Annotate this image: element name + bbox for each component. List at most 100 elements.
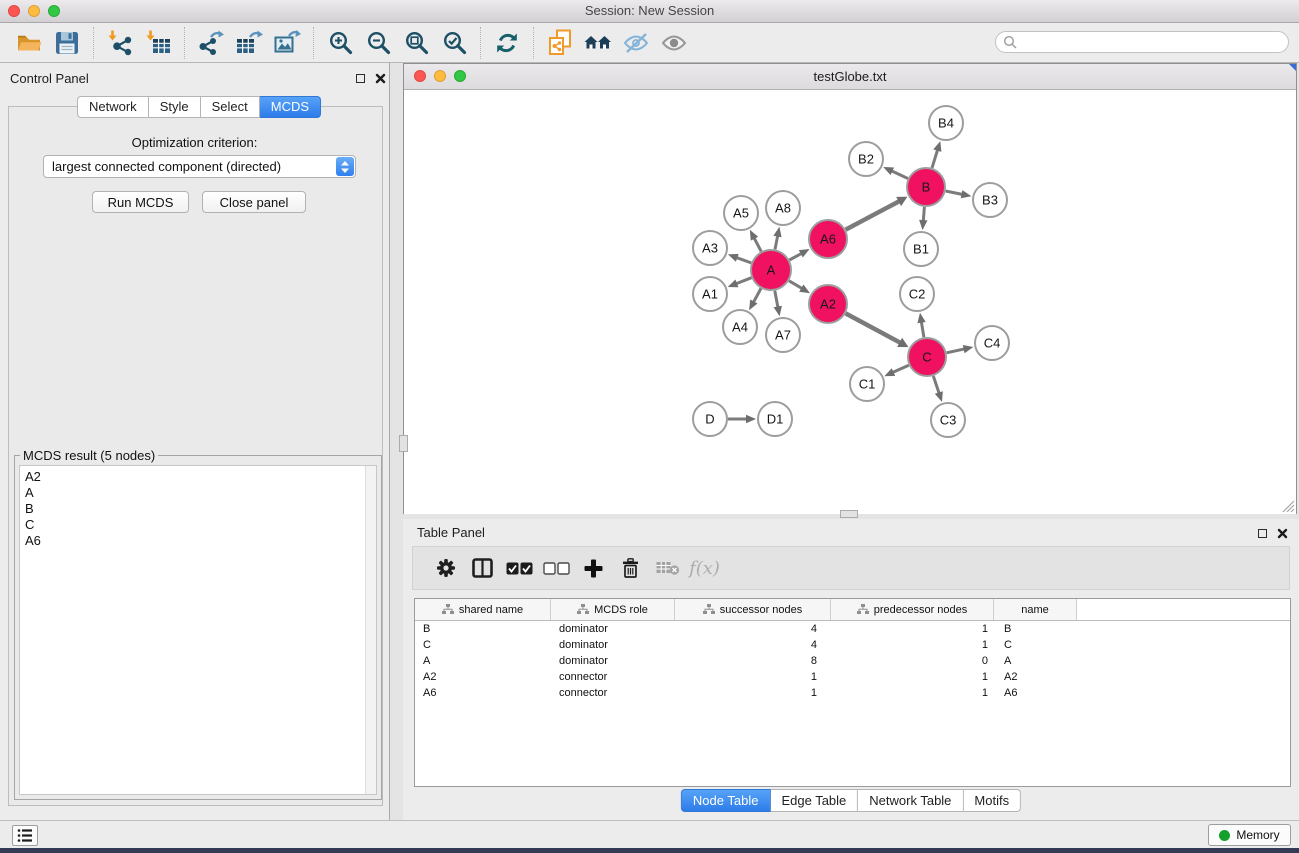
graph-edge-C-C4[interactable] xyxy=(947,349,966,353)
close-panel-button[interactable]: Close panel xyxy=(202,191,306,213)
graph-edge-A-A4[interactable] xyxy=(753,288,761,303)
run-mcds-button[interactable]: Run MCDS xyxy=(92,191,189,213)
mcds-result-item[interactable]: C xyxy=(20,517,376,533)
graph-edge-A-A8[interactable] xyxy=(775,235,778,250)
open-file-button[interactable] xyxy=(10,26,48,60)
graph-edge-A-A3[interactable] xyxy=(735,257,751,263)
graph-edge-A6-B[interactable] xyxy=(846,201,901,230)
home-icon xyxy=(584,31,612,55)
graph-node-label: A7 xyxy=(775,328,791,343)
hierarchy-icon xyxy=(857,604,869,615)
column-header-successor-nodes[interactable]: successor nodes xyxy=(675,599,831,620)
deselect-all-button[interactable] xyxy=(538,550,575,586)
reset-view-button[interactable] xyxy=(579,26,617,60)
bottom-edge-handle[interactable] xyxy=(840,510,858,518)
graph-edge-A-A5[interactable] xyxy=(754,237,762,252)
graph-edge-A-A7[interactable] xyxy=(775,291,778,309)
float-table-panel-icon[interactable] xyxy=(1258,529,1267,538)
network-graph: AA1A3A5A8A4A7A6A2BB2B4B3B1CC2C4C1C3DD1 xyxy=(404,90,1296,514)
close-panel-icon[interactable] xyxy=(375,73,386,84)
column-header-predecessor-nodes[interactable]: predecessor nodes xyxy=(831,599,994,620)
split-view-icon xyxy=(472,558,493,578)
mcds-result-item[interactable]: B xyxy=(20,501,376,517)
save-session-button[interactable] xyxy=(48,26,86,60)
float-panel-icon[interactable] xyxy=(356,74,365,83)
tab-motifs[interactable]: Motifs xyxy=(963,789,1021,812)
table-row[interactable]: A2connector11A2 xyxy=(415,669,1290,685)
search-input[interactable] xyxy=(1021,34,1275,50)
column-header-name[interactable]: name xyxy=(994,599,1077,620)
delete-column-button[interactable] xyxy=(612,550,649,586)
tab-mcds[interactable]: MCDS xyxy=(260,96,321,118)
resize-grip-icon[interactable] xyxy=(1282,500,1295,513)
zoom-out-button[interactable] xyxy=(359,26,397,60)
import-network-button[interactable] xyxy=(101,26,139,60)
memory-button[interactable]: Memory xyxy=(1208,824,1291,846)
table-row[interactable]: Adominator80A xyxy=(415,653,1290,669)
select-all-button[interactable] xyxy=(501,550,538,586)
left-edge-handle[interactable] xyxy=(399,435,408,452)
column-header-shared-name[interactable]: shared name xyxy=(415,599,551,620)
mcds-result-title: MCDS result (5 nodes) xyxy=(20,448,158,463)
tab-network-table[interactable]: Network Table xyxy=(858,789,963,812)
eye-slash-icon xyxy=(622,30,650,56)
new-network-from-selection-button[interactable] xyxy=(541,26,579,60)
graph-edge-B-B1[interactable] xyxy=(923,207,924,222)
result-scrollbar[interactable] xyxy=(365,466,376,794)
edge-arrowhead-icon xyxy=(961,190,972,198)
function-builder-icon: f(x) xyxy=(689,558,720,579)
import-table-button[interactable] xyxy=(139,26,177,60)
refresh-layout-button[interactable] xyxy=(488,26,526,60)
tab-network[interactable]: Network xyxy=(77,96,149,118)
add-column-button[interactable] xyxy=(575,550,612,586)
function-builder-button[interactable]: f(x) xyxy=(686,550,723,586)
graph-edge-C-C2[interactable] xyxy=(921,321,924,338)
edge-arrowhead-icon xyxy=(773,227,781,238)
graph-node-label: A8 xyxy=(775,201,791,216)
graph-edge-A-A6[interactable] xyxy=(789,253,802,260)
hide-details-button[interactable] xyxy=(617,26,655,60)
task-history-button[interactable] xyxy=(12,825,38,846)
optimization-criterion-select[interactable]: largest connected component (directed) xyxy=(43,155,356,178)
graph-edge-A-A2[interactable] xyxy=(789,281,803,289)
graph-edge-C-C3[interactable] xyxy=(933,376,939,394)
zoom-out-icon xyxy=(366,30,391,55)
graph-node-label: B3 xyxy=(982,193,998,208)
graph-edge-B-B4[interactable] xyxy=(932,149,938,168)
export-network-button[interactable] xyxy=(192,26,230,60)
mcds-result-item[interactable]: A6 xyxy=(20,533,376,549)
tab-style[interactable]: Style xyxy=(149,96,201,118)
export-image-button[interactable] xyxy=(268,26,306,60)
mcds-result-item[interactable]: A xyxy=(20,485,376,501)
edge-arrowhead-icon xyxy=(917,313,925,324)
network-canvas[interactable]: AA1A3A5A8A4A7A6A2BB2B4B3B1CC2C4C1C3DD1 xyxy=(404,90,1296,514)
graph-node-label: C xyxy=(922,350,931,365)
graph-node-label: C4 xyxy=(984,336,1001,351)
tab-edge-table[interactable]: Edge Table xyxy=(770,789,858,812)
graph-node-label: A xyxy=(767,263,776,278)
toolbar-separator xyxy=(533,27,534,59)
graph-edge-A-A1[interactable] xyxy=(735,278,751,284)
graph-edge-C-C1[interactable] xyxy=(892,365,909,373)
delete-table-button[interactable] xyxy=(649,550,686,586)
tab-node-table[interactable]: Node Table xyxy=(681,789,771,812)
table-row[interactable]: Cdominator41C xyxy=(415,637,1290,653)
zoom-selected-button[interactable] xyxy=(435,26,473,60)
column-header-MCDS-role[interactable]: MCDS role xyxy=(551,599,675,620)
eye-icon xyxy=(660,30,688,56)
import-network-icon xyxy=(107,30,133,56)
mcds-result-item[interactable]: A2 xyxy=(20,469,376,485)
zoom-fit-button[interactable] xyxy=(397,26,435,60)
show-details-button[interactable] xyxy=(655,26,693,60)
tab-select[interactable]: Select xyxy=(201,96,260,118)
table-row[interactable]: Bdominator41B xyxy=(415,621,1290,637)
zoom-in-button[interactable] xyxy=(321,26,359,60)
close-table-panel-icon[interactable] xyxy=(1277,528,1288,539)
gear-button[interactable] xyxy=(427,550,464,586)
graph-edge-A2-C[interactable] xyxy=(846,313,902,343)
graph-edge-B-B2[interactable] xyxy=(891,170,908,178)
graph-edge-B-B3[interactable] xyxy=(946,191,964,195)
split-view-button[interactable] xyxy=(464,550,501,586)
export-table-button[interactable] xyxy=(230,26,268,60)
table-row[interactable]: A6connector11A6 xyxy=(415,685,1290,701)
